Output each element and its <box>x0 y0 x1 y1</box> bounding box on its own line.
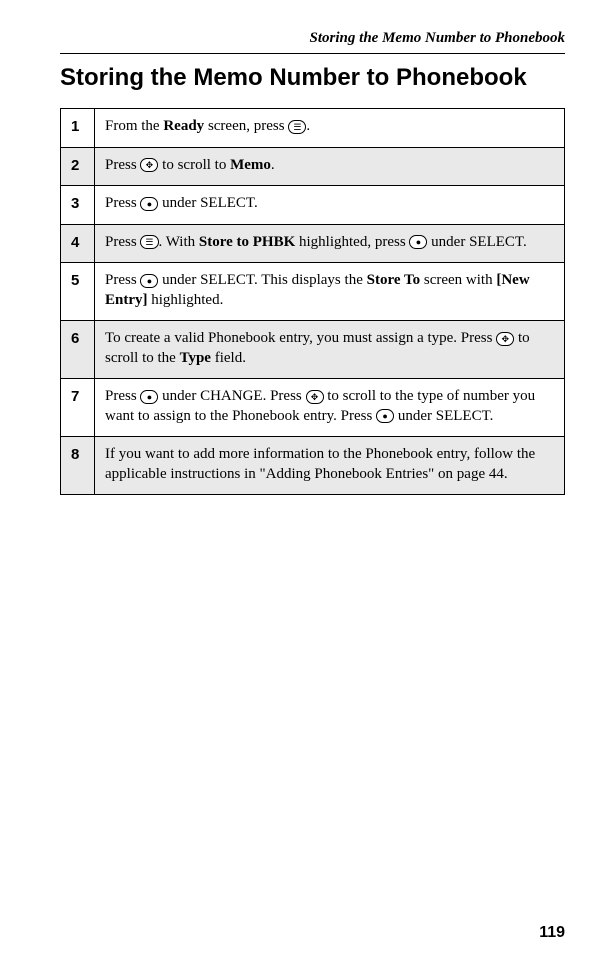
step-text: Press ● under SELECT. This displays the … <box>95 263 565 321</box>
step-row: 3Press ● under SELECT. <box>61 186 565 225</box>
step-number: 7 <box>61 379 95 437</box>
section-title: Storing the Memo Number to Phonebook <box>60 64 565 92</box>
bold-text: Type <box>180 350 211 366</box>
step-text: Press ● under SELECT. <box>95 186 565 225</box>
step-text: Press ✥ to scroll to Memo. <box>95 147 565 186</box>
step-row: 1From the Ready screen, press ☰. <box>61 109 565 148</box>
bold-text: Store To <box>367 272 421 288</box>
dot-icon: ● <box>376 409 394 423</box>
step-text: From the Ready screen, press ☰. <box>95 109 565 148</box>
bold-text: Ready <box>163 118 204 134</box>
step-row: 5Press ● under SELECT. This displays the… <box>61 263 565 321</box>
step-number: 5 <box>61 263 95 321</box>
step-number: 3 <box>61 186 95 225</box>
page-number: 119 <box>539 924 565 942</box>
step-row: 4Press ☰. With Store to PHBK highlighted… <box>61 224 565 263</box>
bold-text: Memo <box>230 157 271 173</box>
dot-icon: ● <box>140 390 158 404</box>
step-text: If you want to add more information to t… <box>95 437 565 495</box>
step-number: 2 <box>61 147 95 186</box>
menu-icon: ☰ <box>288 120 306 134</box>
step-text: Press ☰. With Store to PHBK highlighted,… <box>95 224 565 263</box>
step-row: 8If you want to add more information to … <box>61 437 565 495</box>
step-number: 8 <box>61 437 95 495</box>
dot-icon: ● <box>140 197 158 211</box>
top-rule <box>60 53 565 54</box>
nav-icon: ✥ <box>496 332 514 346</box>
dot-icon: ● <box>140 274 158 288</box>
nav-icon: ✥ <box>140 158 158 172</box>
bold-text: [New Entry] <box>105 272 530 308</box>
step-number: 6 <box>61 321 95 379</box>
menu-icon: ☰ <box>140 235 158 249</box>
step-number: 1 <box>61 109 95 148</box>
step-number: 4 <box>61 224 95 263</box>
step-row: 6To create a valid Phonebook entry, you … <box>61 321 565 379</box>
step-text: Press ● under CHANGE. Press ✥ to scroll … <box>95 379 565 437</box>
dot-icon: ● <box>409 235 427 249</box>
nav-icon: ✥ <box>306 390 324 404</box>
bold-text: Store to PHBK <box>199 234 295 250</box>
running-header: Storing the Memo Number to Phonebook <box>60 30 565 47</box>
step-row: 2Press ✥ to scroll to Memo. <box>61 147 565 186</box>
step-text: To create a valid Phonebook entry, you m… <box>95 321 565 379</box>
steps-table: 1From the Ready screen, press ☰.2Press ✥… <box>60 108 565 495</box>
step-row: 7Press ● under CHANGE. Press ✥ to scroll… <box>61 379 565 437</box>
